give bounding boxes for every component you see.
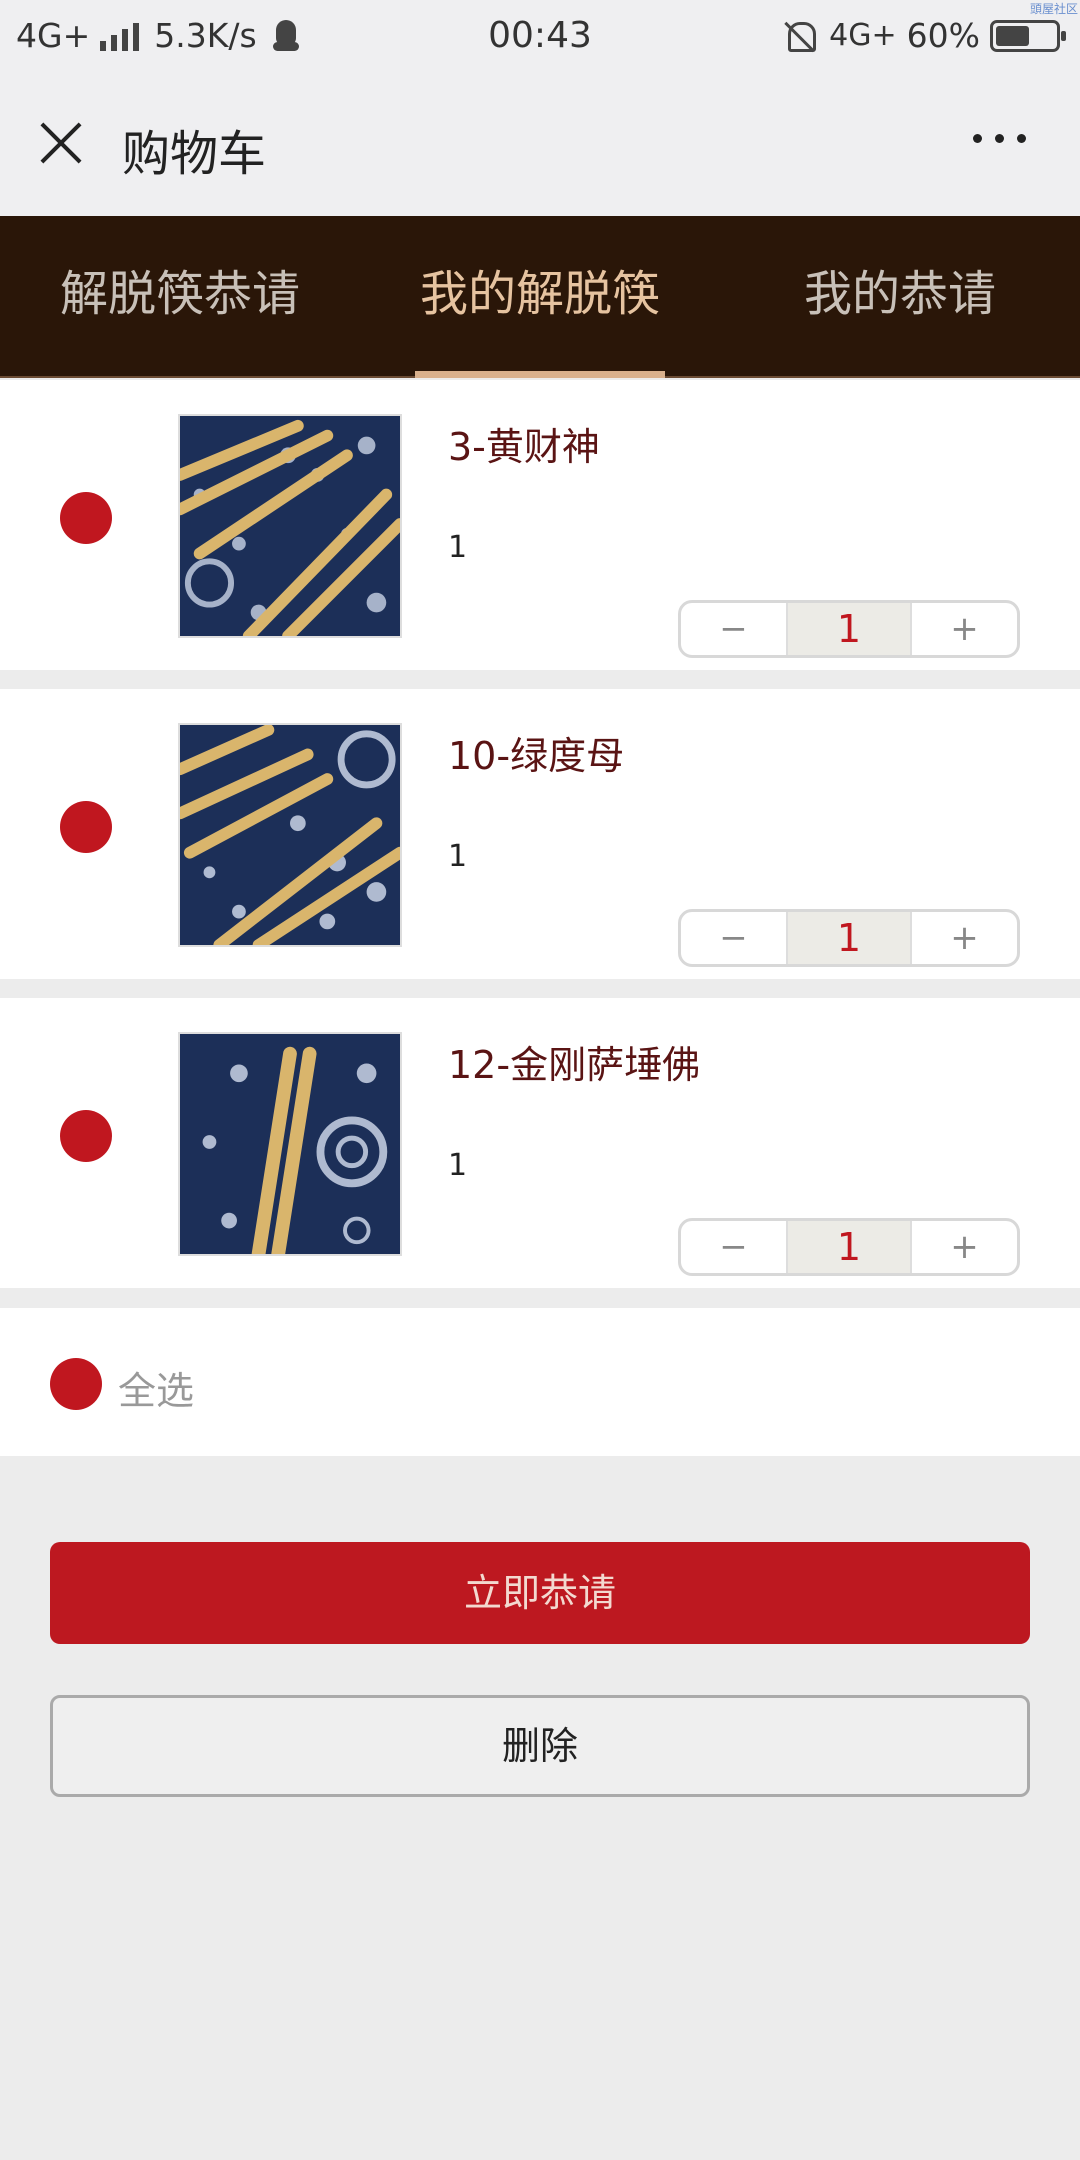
decrement-button[interactable]: − — [681, 912, 786, 964]
item-checkbox[interactable] — [60, 1110, 112, 1162]
increment-button[interactable]: + — [912, 912, 1017, 964]
checkout-button[interactable]: 立即恭请 — [50, 1542, 1030, 1644]
item-name[interactable]: 3-黄财神 — [448, 416, 600, 471]
item-name[interactable]: 10-绿度母 — [448, 725, 624, 780]
tab-my-chopsticks[interactable]: 我的解脱筷 — [360, 216, 720, 378]
increment-button[interactable]: + — [912, 1221, 1017, 1273]
select-all-checkbox[interactable] — [50, 1358, 102, 1410]
chopsticks-image — [180, 416, 400, 636]
title-bar: 购物车 — [0, 72, 1080, 216]
select-all-row[interactable]: 全选 — [0, 1308, 1080, 1456]
battery-icon — [990, 19, 1066, 52]
increment-button[interactable]: + — [912, 603, 1017, 655]
tab-bar: 解脱筷恭请 我的解脱筷 我的恭请 — [0, 216, 1080, 378]
quantity-stepper: − 1 + — [678, 1218, 1020, 1276]
quantity-input[interactable]: 1 — [786, 603, 912, 655]
cart-item: 10-绿度母 1 − 1 + — [0, 689, 1080, 979]
quantity-input[interactable]: 1 — [786, 1221, 912, 1273]
item-name[interactable]: 12-金刚萨埵佛 — [448, 1034, 700, 1089]
chopsticks-image — [180, 725, 400, 945]
cart-item: 12-金刚萨埵佛 1 − 1 + — [0, 998, 1080, 1288]
item-price: 1 — [448, 1148, 468, 1183]
product-image[interactable] — [178, 414, 402, 638]
watermark: 頭屋社区 — [1029, 2, 1078, 16]
decrement-button[interactable]: − — [681, 603, 786, 655]
quantity-stepper: − 1 + — [678, 600, 1020, 658]
item-price: 1 — [448, 530, 468, 565]
status-right: 4G+ 60% — [783, 16, 1066, 55]
chopsticks-image — [180, 1034, 400, 1254]
quantity-stepper: − 1 + — [678, 909, 1020, 967]
product-image[interactable] — [178, 723, 402, 947]
quantity-input[interactable]: 1 — [786, 912, 912, 964]
status-bar: 4G+ 5.3K/s 00:43 4G+ 60% 頭屋社区 — [0, 0, 1080, 72]
page-title: 购物车 — [122, 126, 267, 182]
battery-percent: 60% — [906, 16, 980, 55]
tab-gongqing[interactable]: 解脱筷恭请 — [0, 216, 360, 376]
item-checkbox[interactable] — [60, 801, 112, 853]
select-all-label[interactable]: 全选 — [118, 1360, 194, 1415]
close-icon[interactable] — [38, 120, 84, 166]
product-image[interactable] — [178, 1032, 402, 1256]
cart-item: 3-黄财神 1 − 1 + — [0, 380, 1080, 670]
decrement-button[interactable]: − — [681, 1221, 786, 1273]
network-type-right: 4G+ — [829, 18, 897, 53]
delete-button[interactable]: 删除 — [50, 1695, 1030, 1797]
more-icon[interactable] — [960, 134, 1026, 143]
item-checkbox[interactable] — [60, 492, 112, 544]
tab-my-orders[interactable]: 我的恭请 — [720, 216, 1080, 376]
item-price: 1 — [448, 839, 468, 874]
mute-bell-icon — [783, 19, 817, 53]
